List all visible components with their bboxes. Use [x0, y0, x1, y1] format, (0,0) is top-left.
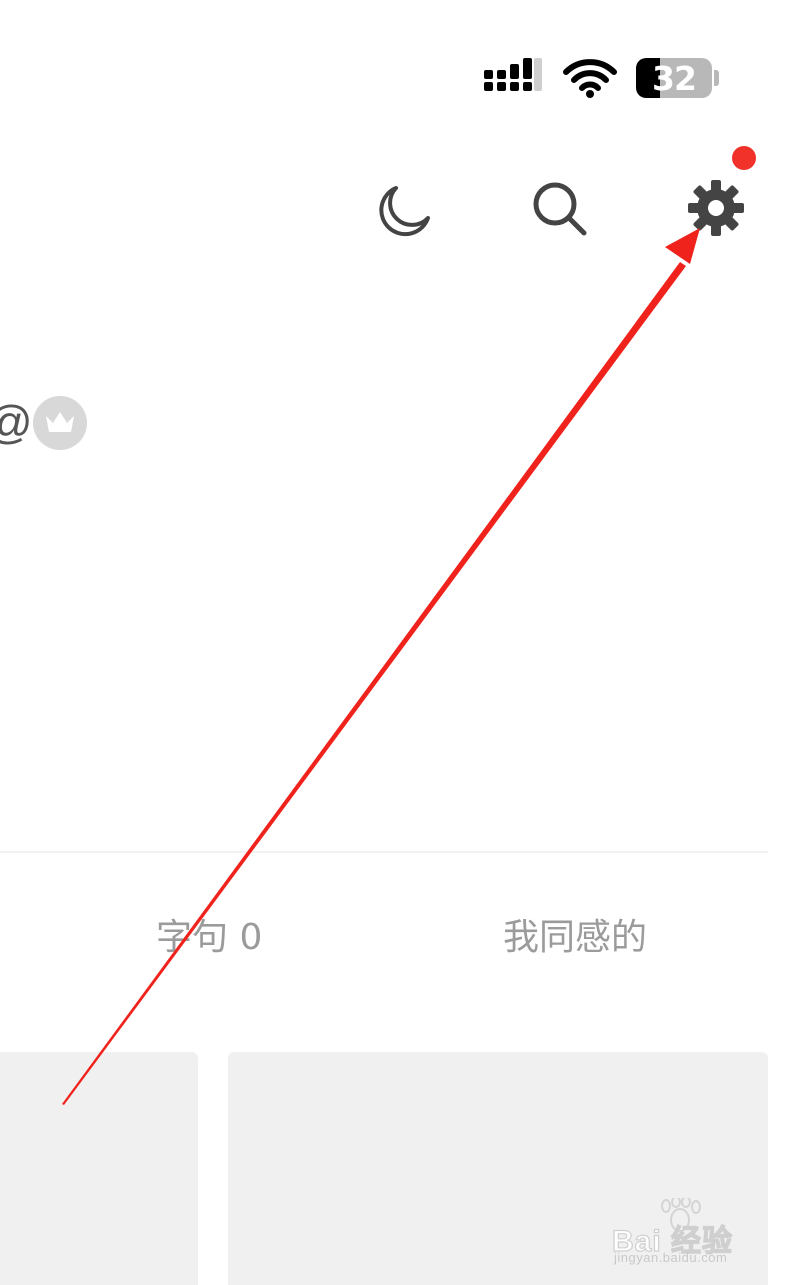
gear-icon[interactable] — [686, 178, 746, 238]
wifi-icon — [563, 59, 617, 98]
content-card[interactable] — [0, 1052, 198, 1285]
username-at-symbol: @ — [0, 392, 33, 452]
profile-page: 32 @ 字句 0 我同感的 — [0, 0, 798, 1285]
battery-icon: 32 — [636, 58, 712, 98]
tab-sentences[interactable]: 字句 0 — [156, 910, 262, 966]
battery-cap — [714, 70, 719, 86]
watermark-url: jingyan.baidu.com — [614, 1250, 728, 1265]
section-divider — [0, 851, 768, 853]
cellular-signal-icon — [484, 58, 542, 91]
search-icon[interactable] — [528, 178, 590, 240]
crown-icon — [46, 412, 74, 432]
tab-liked[interactable]: 我同感的 — [503, 910, 647, 966]
notification-dot — [732, 146, 756, 170]
moon-icon[interactable] — [376, 180, 436, 240]
vip-badge[interactable] — [33, 396, 87, 450]
battery-percentage: 32 — [652, 58, 697, 98]
